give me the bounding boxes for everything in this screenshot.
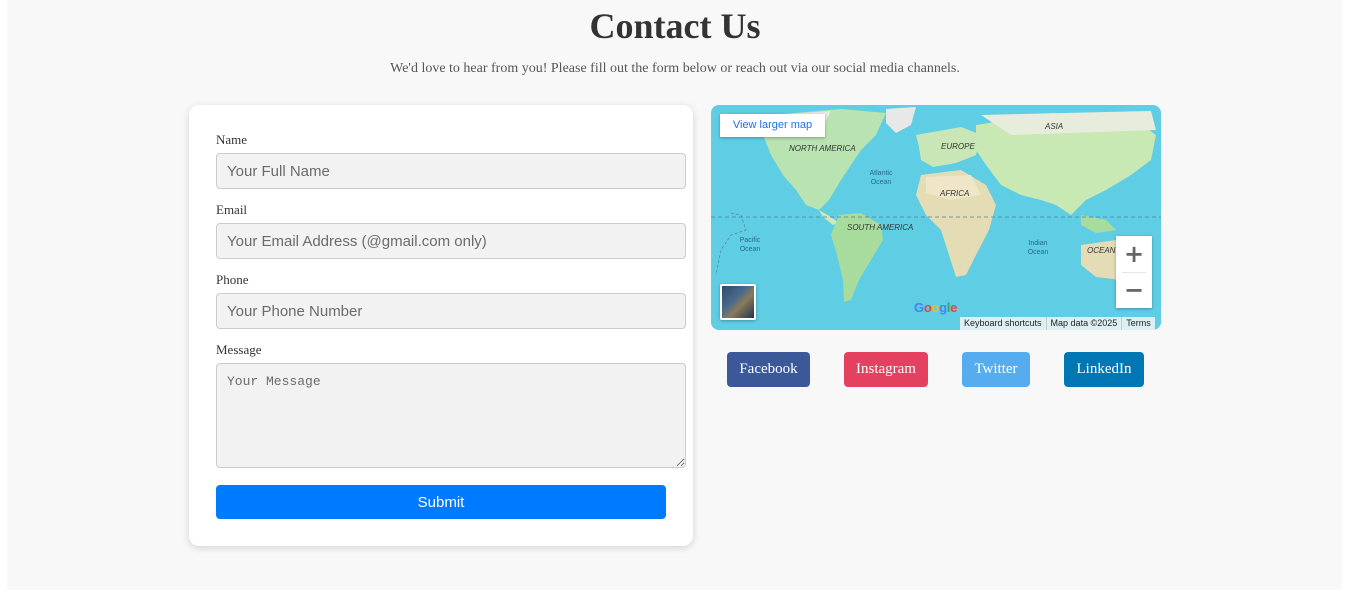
- map-label-africa: AFRICA: [940, 189, 970, 198]
- map-label-north-america: NORTH AMERICA: [789, 144, 856, 153]
- twitter-button[interactable]: Twitter: [962, 352, 1030, 387]
- page-subtitle: We'd love to hear from you! Please fill …: [390, 61, 960, 76]
- instagram-button[interactable]: Instagram: [844, 352, 928, 387]
- contact-form: Name Email Phone Message Submit: [189, 105, 693, 546]
- map-label-indian: Indian Ocean: [1027, 240, 1049, 256]
- message-textarea[interactable]: [216, 363, 686, 468]
- name-input[interactable]: [216, 153, 686, 189]
- submit-button[interactable]: Submit: [216, 485, 666, 519]
- phone-label: Phone: [216, 272, 249, 287]
- zoom-out-button[interactable]: −: [1116, 272, 1152, 308]
- page-title: Contact Us: [589, 6, 761, 46]
- google-logo: Google: [914, 300, 958, 315]
- email-input[interactable]: [216, 223, 686, 259]
- map-label-pacific: Pacific Ocean: [739, 237, 761, 253]
- embedded-map[interactable]: NORTH AMERICA SOUTH AMERICA EUROPE ASIA …: [711, 105, 1161, 330]
- zoom-controls: + −: [1116, 236, 1152, 308]
- map-data-text: Map data ©2025: [1045, 317, 1122, 330]
- facebook-button[interactable]: Facebook: [727, 352, 810, 387]
- name-label: Name: [216, 132, 248, 147]
- keyboard-shortcuts-link[interactable]: Keyboard shortcuts: [960, 317, 1046, 330]
- map-footer: Keyboard shortcuts Map data ©2025 Terms: [960, 317, 1155, 330]
- linkedin-button[interactable]: LinkedIn: [1064, 352, 1144, 387]
- world-map-graphic: [711, 107, 1161, 302]
- view-larger-map-link[interactable]: View larger map: [720, 114, 825, 137]
- map-label-atlantic: Atlantic Ocean: [869, 170, 893, 186]
- phone-input[interactable]: [216, 293, 686, 329]
- satellite-view-toggle[interactable]: [720, 284, 756, 320]
- map-label-europe: EUROPE: [941, 142, 975, 151]
- zoom-in-button[interactable]: +: [1116, 236, 1152, 272]
- email-label: Email: [216, 202, 248, 217]
- terms-link[interactable]: Terms: [1121, 317, 1155, 330]
- map-label-oceania: OCEAN: [1087, 246, 1116, 255]
- map-label-asia: ASIA: [1045, 122, 1064, 131]
- map-label-south-america: SOUTH AMERICA: [847, 223, 914, 232]
- message-label: Message: [216, 342, 262, 357]
